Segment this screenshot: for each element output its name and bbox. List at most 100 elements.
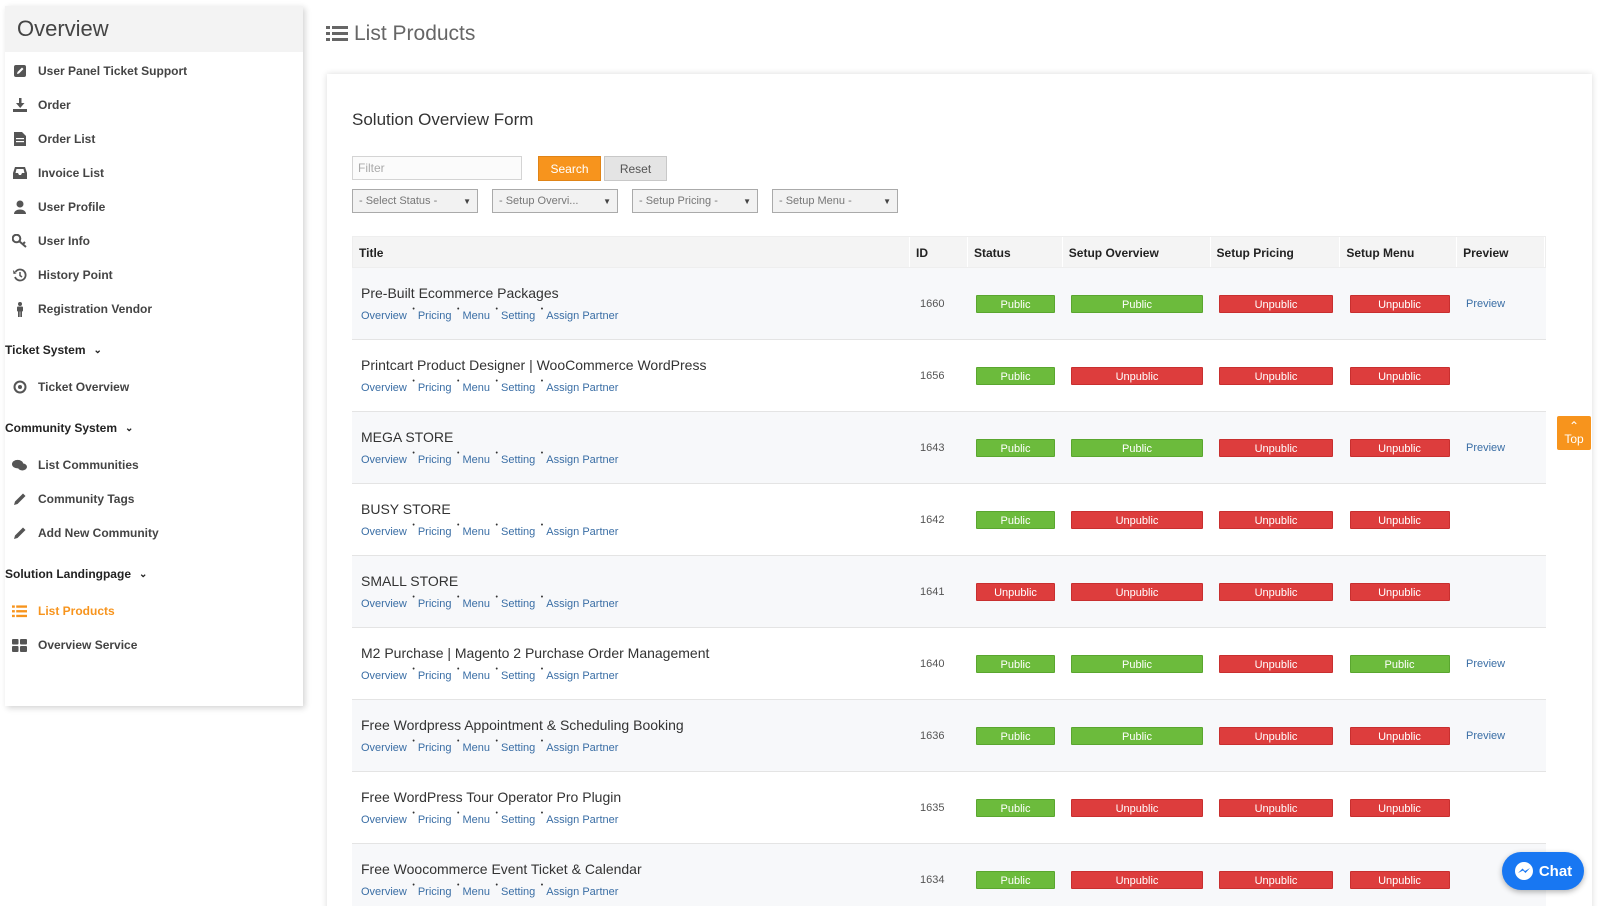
sidebar-item-ticket-overview[interactable]: Ticket Overview	[5, 370, 303, 404]
row-link-pricing[interactable]: Pricing	[418, 450, 459, 466]
row-link-assign-partner[interactable]: Assign Partner	[546, 886, 618, 898]
overview-badge[interactable]: Public	[1071, 294, 1203, 313]
overview-badge[interactable]: Unpublic	[1071, 366, 1203, 385]
row-link-setting[interactable]: Setting	[501, 738, 544, 754]
row-link-overview[interactable]: Overview	[361, 594, 415, 610]
select-status[interactable]: - Select Status - ▼	[352, 189, 478, 213]
row-link-overview[interactable]: Overview	[361, 450, 415, 466]
sidebar-section-solution-landingpage[interactable]: Solution Landingpage ⌄	[5, 554, 303, 594]
row-link-setting[interactable]: Setting	[501, 378, 544, 394]
header-setup-menu[interactable]: Setup Menu	[1340, 237, 1458, 267]
status-badge[interactable]: Public	[976, 294, 1055, 313]
sidebar-item-invoice-list[interactable]: Invoice List	[5, 156, 303, 190]
search-button[interactable]: Search	[538, 156, 601, 181]
select-setup-pricing[interactable]: - Setup Pricing - ▼	[632, 189, 758, 213]
row-link-assign-partner[interactable]: Assign Partner	[546, 742, 618, 754]
row-link-setting[interactable]: Setting	[501, 594, 544, 610]
status-badge[interactable]: Public	[976, 510, 1055, 529]
row-link-menu[interactable]: Menu	[462, 666, 497, 682]
menu-badge[interactable]: Public	[1349, 654, 1450, 673]
row-link-setting[interactable]: Setting	[501, 306, 544, 322]
pricing-badge[interactable]: Unpublic	[1219, 294, 1333, 313]
overview-badge[interactable]: Unpublic	[1071, 870, 1203, 889]
status-badge[interactable]: Public	[976, 366, 1055, 385]
row-link-pricing[interactable]: Pricing	[418, 666, 459, 682]
select-setup-overview[interactable]: - Setup Overvi... ▼	[492, 189, 618, 213]
row-link-setting[interactable]: Setting	[501, 666, 544, 682]
status-badge[interactable]: Public	[976, 798, 1055, 817]
row-link-menu[interactable]: Menu	[462, 522, 497, 538]
row-link-pricing[interactable]: Pricing	[418, 594, 459, 610]
row-link-overview[interactable]: Overview	[361, 810, 415, 826]
row-link-setting[interactable]: Setting	[501, 810, 544, 826]
menu-badge[interactable]: Unpublic	[1349, 366, 1450, 385]
row-link-pricing[interactable]: Pricing	[418, 882, 459, 898]
sidebar-item-list-communities[interactable]: List Communities	[5, 448, 303, 482]
preview-link[interactable]: Preview	[1466, 298, 1505, 310]
row-link-menu[interactable]: Menu	[462, 594, 497, 610]
chat-button[interactable]: Chat	[1502, 852, 1584, 890]
row-link-menu[interactable]: Menu	[462, 882, 497, 898]
row-link-assign-partner[interactable]: Assign Partner	[546, 526, 618, 538]
pricing-badge[interactable]: Unpublic	[1219, 582, 1333, 601]
row-link-assign-partner[interactable]: Assign Partner	[546, 598, 618, 610]
status-badge[interactable]: Public	[976, 726, 1055, 745]
overview-badge[interactable]: Unpublic	[1071, 510, 1203, 529]
header-status[interactable]: Status	[968, 237, 1063, 267]
sidebar-section-ticket-system[interactable]: Ticket System ⌄	[5, 330, 303, 370]
row-link-pricing[interactable]: Pricing	[418, 522, 459, 538]
header-title[interactable]: Title	[353, 237, 911, 267]
pricing-badge[interactable]: Unpublic	[1219, 798, 1333, 817]
row-link-pricing[interactable]: Pricing	[418, 738, 459, 754]
preview-link[interactable]: Preview	[1466, 730, 1505, 742]
sidebar-item-community-tags[interactable]: Community Tags	[5, 482, 303, 516]
menu-badge[interactable]: Unpublic	[1349, 582, 1450, 601]
overview-badge[interactable]: Unpublic	[1071, 798, 1203, 817]
row-link-assign-partner[interactable]: Assign Partner	[546, 382, 618, 394]
preview-link[interactable]: Preview	[1466, 658, 1505, 670]
row-link-assign-partner[interactable]: Assign Partner	[546, 814, 618, 826]
header-setup-pricing[interactable]: Setup Pricing	[1211, 237, 1341, 267]
row-link-menu[interactable]: Menu	[462, 810, 497, 826]
row-link-overview[interactable]: Overview	[361, 738, 415, 754]
pricing-badge[interactable]: Unpublic	[1219, 438, 1333, 457]
row-link-menu[interactable]: Menu	[462, 450, 497, 466]
menu-badge[interactable]: Unpublic	[1349, 294, 1450, 313]
row-link-overview[interactable]: Overview	[361, 522, 415, 538]
overview-badge[interactable]: Public	[1071, 726, 1203, 745]
sidebar-item-user-info[interactable]: User Info	[5, 224, 303, 258]
menu-badge[interactable]: Unpublic	[1349, 870, 1450, 889]
row-link-menu[interactable]: Menu	[462, 738, 497, 754]
status-badge[interactable]: Public	[976, 870, 1055, 889]
pricing-badge[interactable]: Unpublic	[1219, 726, 1333, 745]
row-link-setting[interactable]: Setting	[501, 450, 544, 466]
row-link-overview[interactable]: Overview	[361, 306, 415, 322]
pricing-badge[interactable]: Unpublic	[1219, 870, 1333, 889]
overview-badge[interactable]: Public	[1071, 438, 1203, 457]
pricing-badge[interactable]: Unpublic	[1219, 510, 1333, 529]
menu-badge[interactable]: Unpublic	[1349, 726, 1450, 745]
header-setup-overview[interactable]: Setup Overview	[1063, 237, 1211, 267]
status-badge[interactable]: Public	[976, 654, 1055, 673]
status-badge[interactable]: Public	[976, 438, 1055, 457]
row-link-assign-partner[interactable]: Assign Partner	[546, 454, 618, 466]
pricing-badge[interactable]: Unpublic	[1219, 654, 1333, 673]
overview-badge[interactable]: Unpublic	[1071, 582, 1203, 601]
reset-button[interactable]: Reset	[604, 156, 667, 181]
row-link-pricing[interactable]: Pricing	[418, 810, 459, 826]
row-link-overview[interactable]: Overview	[361, 378, 415, 394]
menu-badge[interactable]: Unpublic	[1349, 798, 1450, 817]
row-link-menu[interactable]: Menu	[462, 378, 497, 394]
sidebar-item-add-new-community[interactable]: Add New Community	[5, 516, 303, 550]
row-link-menu[interactable]: Menu	[462, 306, 497, 322]
scroll-top-button[interactable]: ⌃ Top	[1557, 416, 1591, 450]
sidebar-item-user-profile[interactable]: User Profile	[5, 190, 303, 224]
row-link-overview[interactable]: Overview	[361, 882, 415, 898]
header-id[interactable]: ID	[910, 237, 968, 267]
select-setup-menu[interactable]: - Setup Menu - ▼	[772, 189, 898, 213]
sidebar-item-user-panel-ticket-support[interactable]: User Panel Ticket Support	[5, 54, 303, 88]
row-link-pricing[interactable]: Pricing	[418, 306, 459, 322]
sidebar-item-order[interactable]: Order	[5, 88, 303, 122]
filter-input[interactable]	[352, 156, 522, 180]
status-badge[interactable]: Unpublic	[976, 582, 1055, 601]
